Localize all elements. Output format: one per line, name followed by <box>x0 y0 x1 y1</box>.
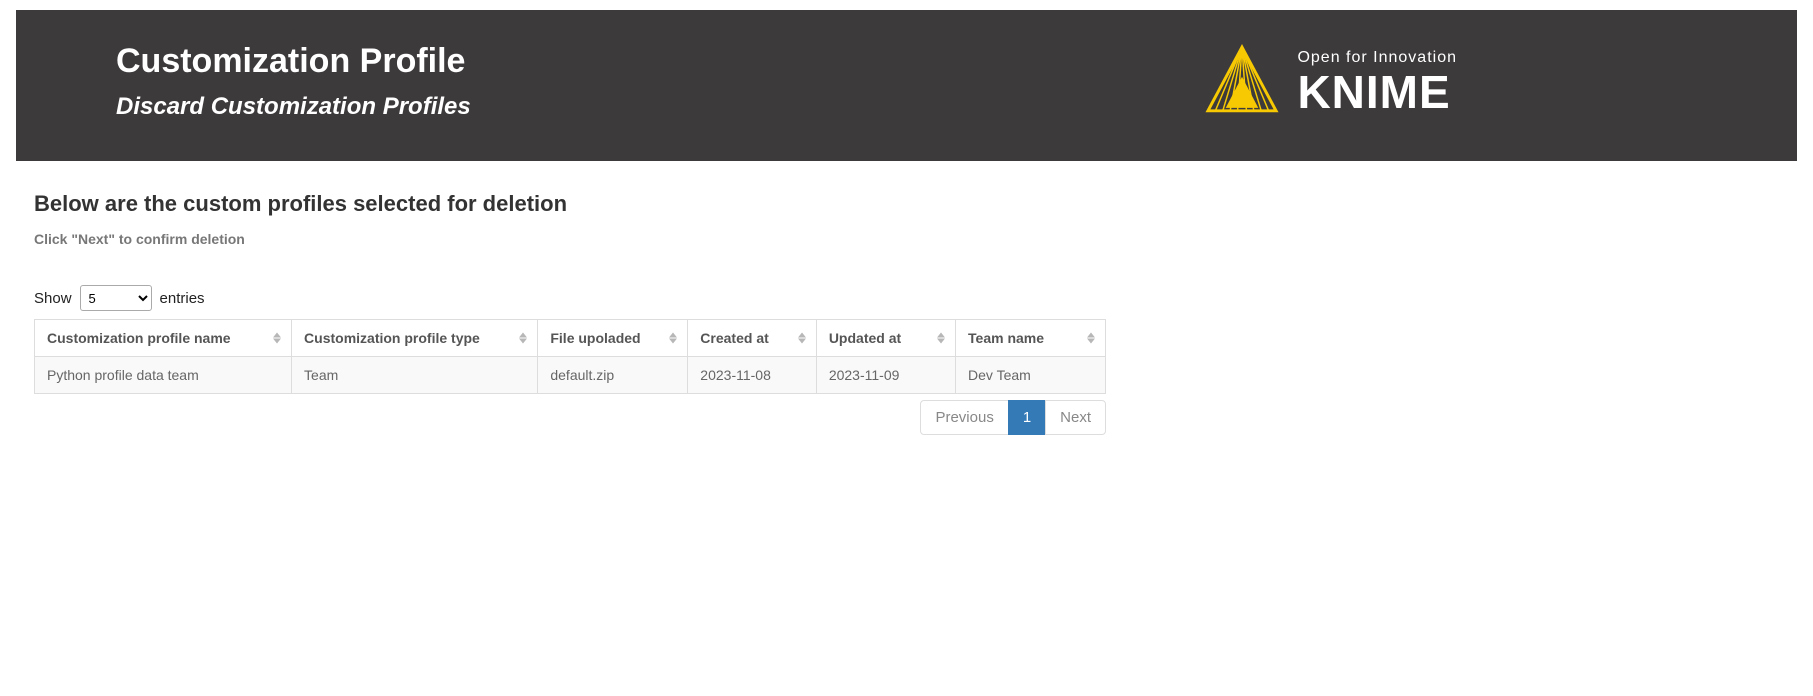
brand-logo: Open for Innovation KNIME <box>1205 44 1457 119</box>
entries-label: entries <box>160 290 205 307</box>
page-subtitle: Discard Customization Profiles <box>116 93 471 121</box>
col-label: File upoladed <box>550 330 640 346</box>
content: Below are the custom profiles selected f… <box>0 161 1140 465</box>
col-created[interactable]: Created at <box>688 320 817 357</box>
col-file[interactable]: File upoladed <box>538 320 688 357</box>
cell-team: Dev Team <box>956 357 1106 394</box>
section-hint: Click "Next" to confirm deletion <box>34 231 1106 247</box>
brand-text: Open for Innovation KNIME <box>1297 49 1457 115</box>
pagination: Previous 1 Next <box>34 400 1106 435</box>
header-left: Customization Profile Discard Customizat… <box>116 42 471 121</box>
page-length-select[interactable]: 5 <box>80 285 152 311</box>
page-length-row: Show 5 entries <box>34 285 1106 311</box>
sort-icon <box>798 333 806 344</box>
col-label: Team name <box>968 330 1044 346</box>
show-label: Show <box>34 290 72 307</box>
col-updated[interactable]: Updated at <box>816 320 955 357</box>
sort-icon <box>273 333 281 344</box>
col-profile-name[interactable]: Customization profile name <box>35 320 292 357</box>
header: Customization Profile Discard Customizat… <box>16 10 1797 161</box>
previous-button[interactable]: Previous <box>920 400 1008 435</box>
col-label: Customization profile name <box>47 330 231 346</box>
col-label: Updated at <box>829 330 901 346</box>
table-row: Python profile data team Team default.zi… <box>35 357 1106 394</box>
cell-updated: 2023-11-09 <box>816 357 955 394</box>
knime-triangle-icon <box>1205 44 1279 119</box>
sort-icon <box>1087 333 1095 344</box>
cell-created: 2023-11-08 <box>688 357 817 394</box>
col-profile-type[interactable]: Customization profile type <box>292 320 538 357</box>
sort-icon <box>669 333 677 344</box>
brand-name: KNIME <box>1297 69 1457 115</box>
col-label: Created at <box>700 330 768 346</box>
section-heading: Below are the custom profiles selected f… <box>34 191 1106 217</box>
table-header-row: Customization profile name Customization… <box>35 320 1106 357</box>
brand-tagline: Open for Innovation <box>1297 49 1457 67</box>
col-label: Customization profile type <box>304 330 480 346</box>
next-button[interactable]: Next <box>1045 400 1106 435</box>
profiles-table: Customization profile name Customization… <box>34 319 1106 394</box>
cell-file: default.zip <box>538 357 688 394</box>
page-1-button[interactable]: 1 <box>1008 400 1046 435</box>
sort-icon <box>937 333 945 344</box>
sort-icon <box>519 333 527 344</box>
col-team[interactable]: Team name <box>956 320 1106 357</box>
cell-profile-type: Team <box>292 357 538 394</box>
cell-profile-name: Python profile data team <box>35 357 292 394</box>
page-title: Customization Profile <box>116 42 471 81</box>
